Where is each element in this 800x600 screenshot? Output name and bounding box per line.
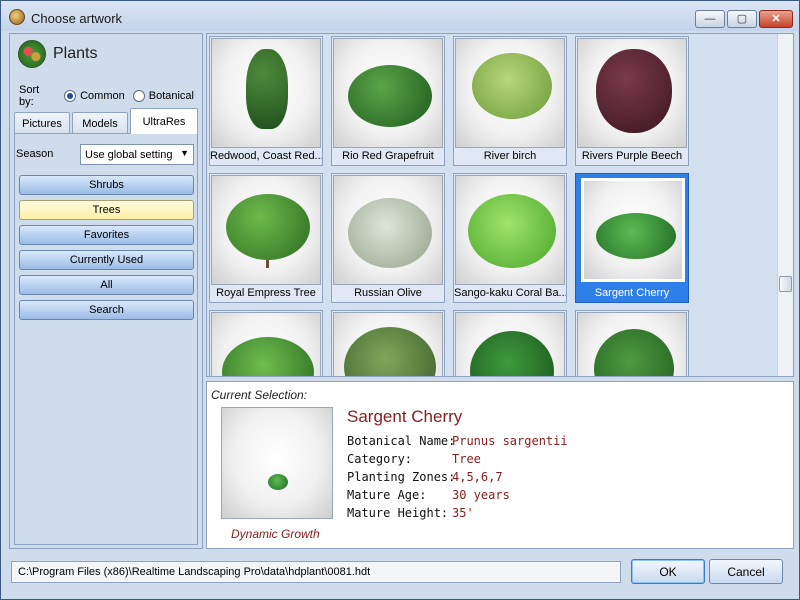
sort-common-option[interactable]: Common — [64, 90, 125, 102]
attr-label: Botanical Name: — [347, 434, 456, 448]
attr-label: Mature Age: — [347, 488, 427, 502]
grid-item[interactable]: Rio Red Grapefruit — [331, 36, 445, 166]
attr-value: 30 years — [452, 488, 510, 502]
window-title: Choose artwork — [31, 11, 123, 26]
tree-thumbnail — [455, 175, 565, 285]
attr-label: Mature Height: — [347, 506, 449, 520]
dynamic-growth-link[interactable]: Dynamic Growth — [231, 527, 320, 541]
tree-thumbnail — [333, 38, 443, 148]
panel-title: Plants — [53, 45, 98, 62]
tab-pictures[interactable]: Pictures — [14, 112, 70, 134]
vertical-scrollbar[interactable] — [777, 34, 793, 376]
grid-item-label: Russian Olive — [354, 287, 422, 299]
grid-item-label: Sango-kaku Coral Ba... — [454, 287, 566, 299]
source-tabs: Pictures Models UltraRes — [14, 108, 202, 134]
attr-label: Category: — [347, 452, 413, 466]
grid-item-label: River birch — [483, 150, 537, 162]
category-trees-button[interactable]: Trees — [19, 200, 194, 220]
grid-item[interactable]: Royal Empress Tree — [209, 173, 323, 303]
season-label: Season — [16, 148, 54, 160]
attr-value: Tree — [452, 452, 481, 466]
grid-item[interactable] — [453, 310, 567, 376]
sort-common-label: Common — [80, 90, 125, 102]
selection-preview — [221, 407, 333, 519]
tree-thumbnail — [211, 312, 321, 376]
grid-item[interactable]: Rivers Purple Beech — [575, 36, 689, 166]
category-currently-used-button[interactable]: Currently Used — [19, 250, 194, 270]
app-icon — [9, 9, 25, 25]
left-panel: Plants Sort by: Common Botanical Picture… — [9, 33, 203, 549]
plants-icon — [18, 40, 46, 68]
scrollbar-thumb[interactable] — [779, 276, 792, 292]
tree-thumbnail — [211, 175, 321, 285]
choose-artwork-dialog: Choose artwork — ▢ ✕ Plants Sort by: Com… — [0, 0, 800, 600]
grid-item[interactable] — [575, 310, 689, 376]
tab-models[interactable]: Models — [72, 112, 128, 134]
grid-item[interactable] — [331, 310, 445, 376]
season-value: Use global setting — [85, 148, 173, 161]
tree-thumbnail — [333, 175, 443, 285]
tree-thumbnail — [577, 312, 687, 376]
grid-item-label: Rio Red Grapefruit — [342, 150, 434, 162]
grid-item[interactable]: Redwood, Coast Red... — [209, 36, 323, 166]
attr-label: Planting Zones: — [347, 470, 456, 484]
minimize-button[interactable]: — — [695, 10, 725, 28]
sort-botanical-label: Botanical — [148, 90, 194, 102]
current-selection-panel: Current Selection: Dynamic Growth Sargen… — [206, 381, 794, 549]
attr-value: 35' — [452, 506, 474, 520]
category-all-button[interactable]: All — [19, 275, 194, 295]
category-favorites-button[interactable]: Favorites — [19, 225, 194, 245]
file-path-field[interactable]: C:\Program Files (x86)\Realtime Landscap… — [11, 561, 621, 583]
tab-ultrares[interactable]: UltraRes — [130, 108, 198, 134]
season-dropdown[interactable]: Use global setting ▼ — [80, 144, 194, 165]
grid-item-label: Rivers Purple Beech — [581, 150, 683, 162]
tree-thumbnail — [333, 312, 443, 376]
grid-item-label: Redwood, Coast Red... — [210, 150, 322, 162]
file-path-text: C:\Program Files (x86)\Realtime Landscap… — [18, 566, 371, 578]
sort-by-label: Sort by: — [19, 84, 40, 108]
ok-button[interactable]: OK — [631, 559, 705, 584]
selected-plant-name: Sargent Cherry — [347, 407, 463, 426]
grid-item-label: Sargent Cherry — [594, 287, 670, 299]
grid-item-label: Royal Empress Tree — [216, 287, 316, 299]
category-search-button[interactable]: Search — [19, 300, 194, 320]
tree-thumbnail — [455, 38, 565, 148]
artwork-grid: Redwood, Coast Red... Rio Red Grapefruit… — [206, 33, 794, 377]
attr-value: Prunus sargentii — [452, 434, 568, 448]
panel-header: Plants — [10, 34, 202, 74]
tree-thumbnail — [577, 38, 687, 148]
close-button[interactable]: ✕ — [759, 10, 793, 28]
chevron-down-icon: ▼ — [180, 148, 189, 158]
tree-thumbnail — [581, 178, 685, 282]
sort-by-group: Sort by: Common Botanical — [19, 84, 202, 108]
tree-thumbnail — [211, 38, 321, 148]
attr-value: 4,5,6,7 — [452, 470, 503, 484]
grid-item-selected[interactable]: Sargent Cherry — [575, 173, 689, 303]
grid-item[interactable]: Russian Olive — [331, 173, 445, 303]
cancel-button[interactable]: Cancel — [709, 559, 783, 584]
grid-item[interactable]: River birch — [453, 36, 567, 166]
radio-icon[interactable] — [132, 90, 145, 102]
current-selection-label: Current Selection: — [211, 388, 308, 402]
grid-item[interactable] — [209, 310, 323, 376]
maximize-button[interactable]: ▢ — [727, 10, 757, 28]
grid-item[interactable]: Sango-kaku Coral Ba... — [453, 173, 567, 303]
category-shrubs-button[interactable]: Shrubs — [19, 175, 194, 195]
radio-selected-icon[interactable] — [64, 90, 77, 102]
tree-thumbnail — [455, 312, 565, 376]
title-bar[interactable]: Choose artwork — ▢ ✕ — [1, 1, 799, 31]
sort-botanical-option[interactable]: Botanical — [132, 90, 194, 102]
